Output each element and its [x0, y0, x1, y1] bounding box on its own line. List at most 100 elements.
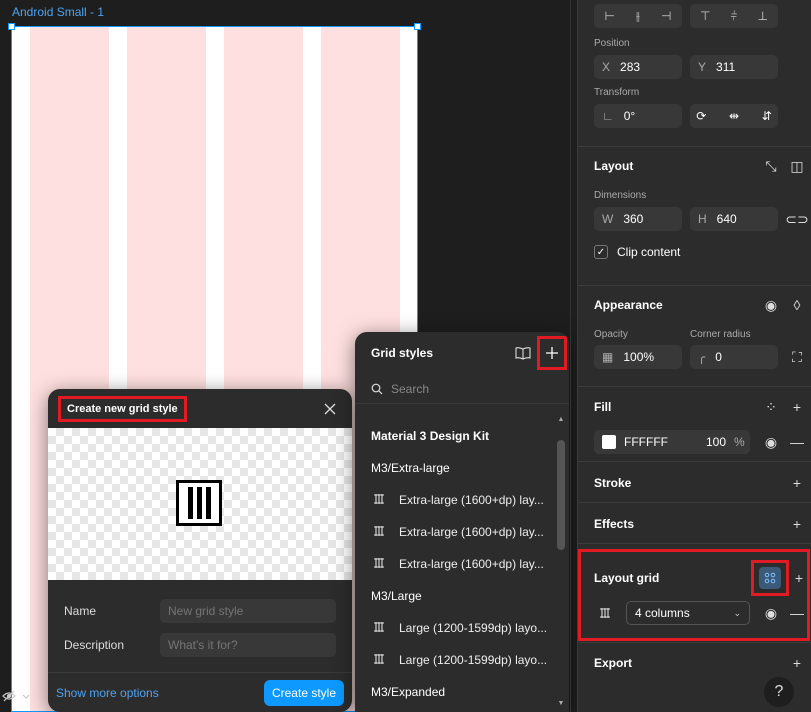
grid-styles-icon[interactable] [759, 567, 781, 589]
search-icon [371, 383, 383, 394]
close-icon[interactable] [320, 399, 340, 419]
list-item-label: Large (1200-1599dp) layo... [399, 653, 548, 667]
layout-grid-icon [373, 621, 385, 636]
color-swatch[interactable] [602, 435, 616, 449]
panel-divider [570, 0, 571, 712]
align-center-horizontal-icon[interactable]: ⫲ [636, 9, 640, 24]
grid-styles-panel: Grid styles Search Material 3 Design Kit… [355, 332, 569, 712]
rotate-icon[interactable]: ⟳ [696, 109, 706, 123]
list-item-label: Extra-large (1600+dp) lay... [399, 557, 544, 571]
fill-opacity[interactable]: 100 [706, 435, 726, 449]
layout-grid-icon [373, 557, 385, 572]
dialog-footer: Show more options Create style [48, 672, 352, 712]
add-fill-icon[interactable]: + [786, 396, 808, 418]
drop-icon[interactable]: ◊ [786, 294, 808, 316]
rotation-value: 0° [623, 109, 636, 123]
chevron-down-icon[interactable] [22, 691, 30, 703]
scroll-down-arrow-icon[interactable]: ▼ [556, 700, 566, 708]
flip-vertical-icon[interactable]: ⇵ [762, 109, 772, 123]
horizontal-align-group: ⊢ ⫲ ⊣ [594, 4, 682, 28]
search-placeholder: Search [391, 381, 430, 396]
w-label: W [602, 212, 614, 226]
y-label: Y [698, 60, 707, 74]
opacity-value: 100% [623, 350, 655, 364]
name-row: Name [48, 594, 352, 628]
create-style-button[interactable]: Create style [263, 679, 344, 706]
y-field[interactable]: Y 311 [690, 55, 778, 79]
add-grid-style-button[interactable] [537, 336, 567, 370]
add-export-icon[interactable]: + [786, 652, 808, 674]
dialog-header: Create new grid style [48, 389, 352, 428]
scroll-up-arrow-icon[interactable]: ▲ [556, 416, 566, 424]
remove-icon[interactable]: — [786, 431, 808, 453]
clip-content-label: Clip content [617, 245, 681, 259]
opacity-label: Opacity [594, 329, 628, 340]
rotation-field[interactable]: ∟ 0° [594, 104, 682, 128]
width-field[interactable]: W 360 [594, 207, 682, 231]
remove-icon[interactable]: — [786, 602, 808, 624]
clip-content-row[interactable]: ✓ Clip content [594, 245, 680, 259]
position-label: Position [594, 38, 630, 49]
list-item[interactable]: Extra-large (1600+dp) lay... [355, 484, 553, 516]
fit-content-icon[interactable]: ⤡ [760, 155, 782, 177]
dimensions-label: Dimensions [594, 190, 647, 201]
resize-handle[interactable] [8, 23, 15, 30]
eye-icon[interactable]: ◉ [760, 294, 782, 316]
fill-hex[interactable]: FFFFFF [624, 435, 698, 449]
stroke-section: Stroke + [578, 462, 811, 503]
library-book-icon[interactable] [513, 343, 533, 363]
help-button[interactable]: ? [764, 677, 794, 707]
styles-icon[interactable]: ⁘ [760, 396, 782, 418]
eye-icon[interactable]: ◉ [760, 431, 782, 453]
auto-layout-icon[interactable]: ◫ [786, 155, 808, 177]
resize-handle[interactable] [414, 23, 421, 30]
opacity-field[interactable]: ▦ 100% [594, 345, 682, 369]
plus-icon [546, 347, 558, 359]
stroke-title: Stroke [594, 476, 632, 490]
list-item[interactable]: Large (1200-1599dp) layo... [355, 612, 553, 644]
align-bottom-icon[interactable]: ⊥ [758, 9, 768, 23]
effects-title: Effects [594, 517, 635, 531]
fill-color-field[interactable]: FFFFFF 100 % [594, 430, 750, 454]
add-stroke-icon[interactable]: + [786, 472, 808, 494]
scrollbar[interactable]: ▲ ▼ [555, 412, 567, 712]
checkmark-icon[interactable]: ✓ [594, 245, 608, 259]
add-effect-icon[interactable]: + [786, 513, 808, 535]
list-item-label: Extra-large (1600+dp) lay... [399, 493, 544, 507]
constrain-proportions-icon[interactable]: ⊂⊃ [785, 208, 808, 230]
align-middle-icon[interactable]: ⫩ [731, 9, 738, 24]
align-top-icon[interactable]: ⊤ [700, 9, 710, 23]
frame-label[interactable]: Android Small - 1 [12, 5, 104, 19]
flip-horizontal-icon[interactable]: ⇹ [729, 109, 739, 123]
description-label: Description [64, 638, 125, 652]
kit-name: Material 3 Design Kit [371, 429, 490, 443]
list-item[interactable]: Extra-large (1600+dp) lay... [355, 548, 553, 580]
layout-grid-dropdown[interactable]: 4 columns ⌄ [626, 601, 750, 625]
show-more-options-link[interactable]: Show more options [56, 686, 159, 700]
effects-section: Effects + [578, 503, 811, 544]
layout-grid-settings-icon[interactable] [594, 602, 616, 624]
list-item[interactable]: Large (1200-1599dp) layo... [355, 644, 553, 676]
grid-styles-search[interactable]: Search [355, 374, 569, 404]
description-row: Description [48, 628, 352, 662]
layout-grid-icon [373, 525, 385, 540]
eye-icon[interactable]: ◉ [760, 602, 782, 624]
fill-section: Fill ⁘ + FFFFFF 100 % ◉ — [578, 387, 811, 462]
list-item-label: Extra-large (1600+dp) lay... [399, 525, 544, 539]
list-item[interactable]: Extra-large (1600+dp) lay... [355, 516, 553, 548]
transform-actions: ⟳ ⇹ ⇵ [690, 104, 778, 128]
x-field[interactable]: X 283 [594, 55, 682, 79]
corner-radius-field[interactable]: ╭ 0 [690, 345, 778, 369]
scroll-thumb[interactable] [557, 440, 565, 550]
eye-off-icon[interactable] [2, 689, 16, 706]
add-layout-grid-icon[interactable]: + [788, 567, 810, 589]
align-right-icon[interactable]: ⊣ [661, 9, 671, 23]
height-field[interactable]: H 640 [690, 207, 778, 231]
appearance-section: Appearance ◉ ◊ Opacity Corner radius ▦ 1… [578, 286, 811, 387]
align-left-icon[interactable]: ⊢ [605, 9, 615, 23]
name-label: Name [64, 604, 97, 618]
corner-radius-label: Corner radius [690, 329, 751, 340]
description-input[interactable] [160, 633, 336, 657]
independent-corners-icon[interactable]: ⛶ [786, 346, 808, 368]
name-input[interactable] [160, 599, 336, 623]
